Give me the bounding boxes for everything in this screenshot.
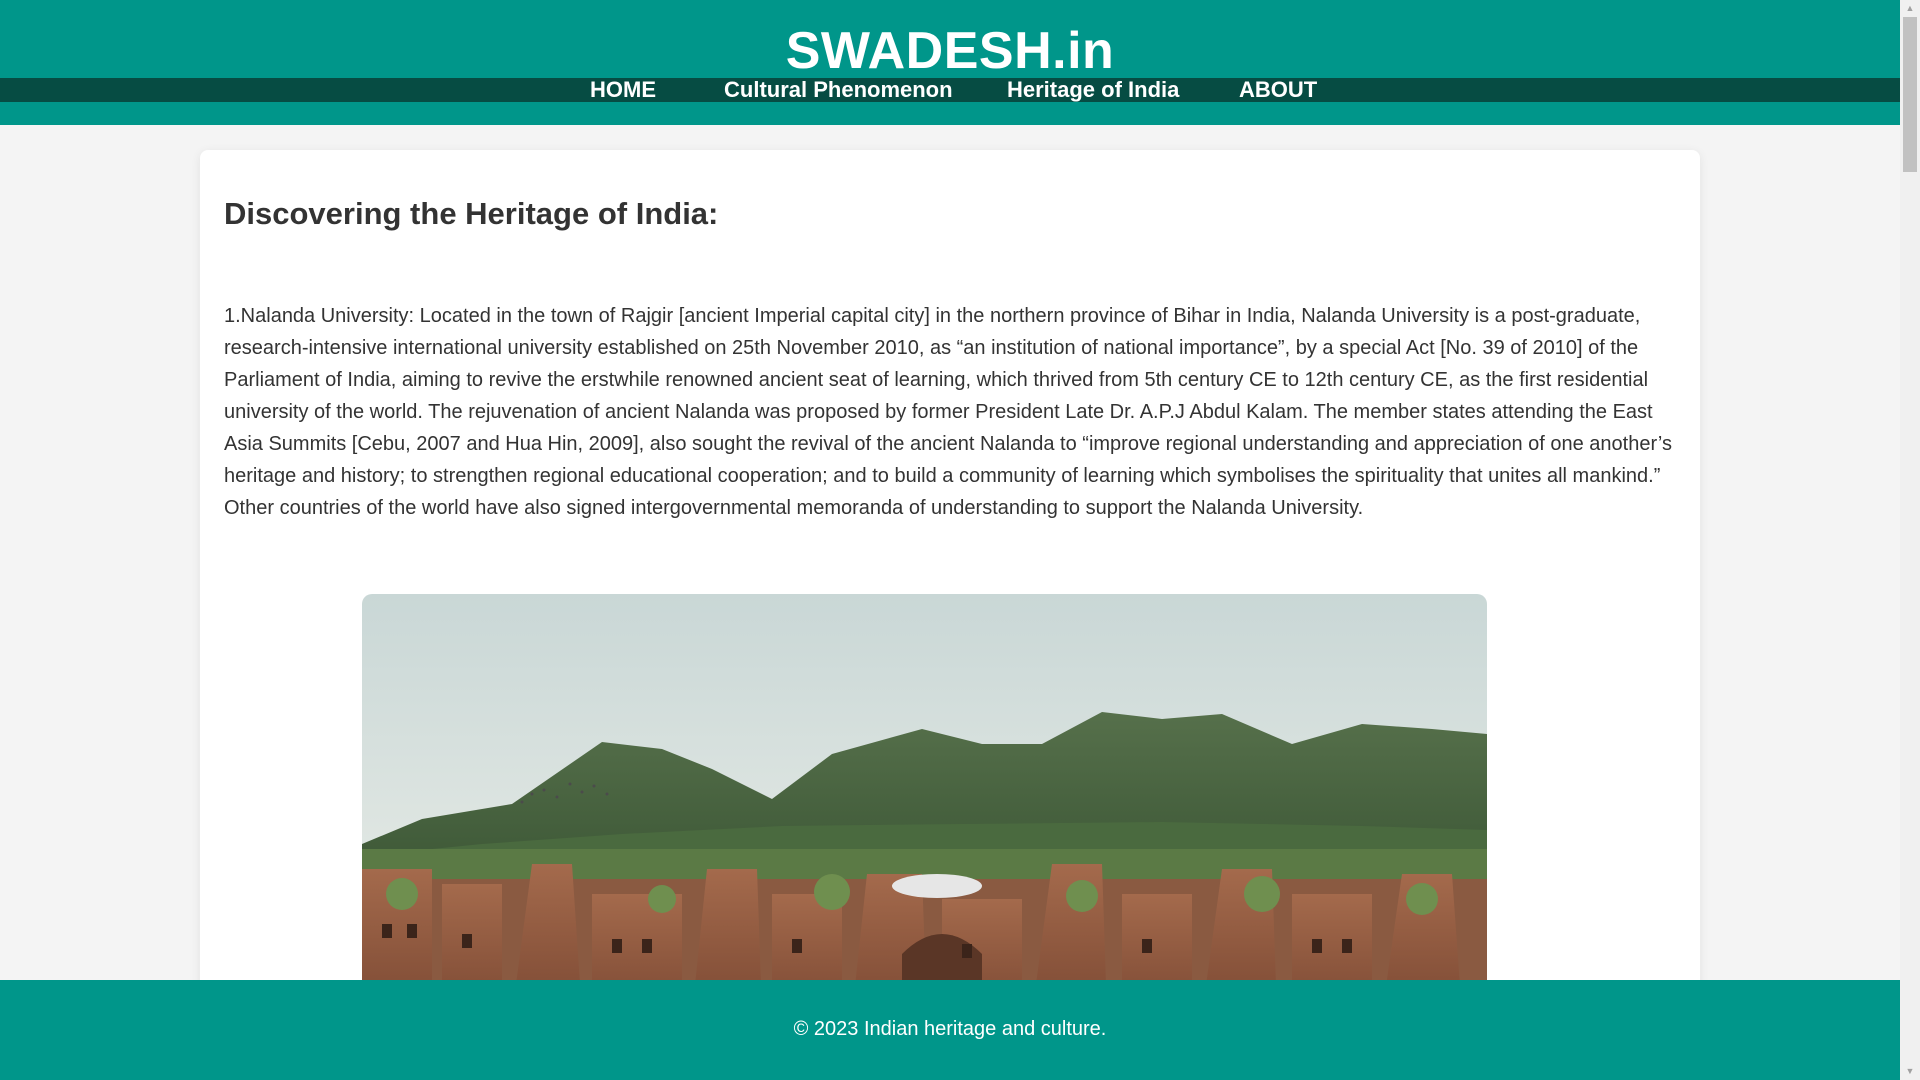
nav-cultural-phenomenon[interactable]: Cultural Phenomenon: [724, 78, 953, 102]
main-navbar: HOME Cultural Phenomenon Heritage of Ind…: [0, 78, 1900, 102]
nav-about[interactable]: ABOUT: [1239, 78, 1317, 102]
vertical-scrollbar[interactable]: ▲ ▼: [1900, 0, 1920, 1080]
site-header: SWADESH.in HOME Cultural Phenomenon Heri…: [0, 0, 1900, 125]
site-logo-text[interactable]: SWADESH.in: [0, 18, 1900, 84]
site-footer: © 2023 Indian heritage and culture.: [0, 980, 1900, 1080]
nalanda-campus-illustration: [362, 594, 1487, 1014]
nalanda-campus-image: [362, 594, 1487, 1014]
scroll-up-icon[interactable]: ▲: [1900, 0, 1920, 17]
scrollbar-thumb[interactable]: [1903, 17, 1917, 172]
page: SWADESH.in HOME Cultural Phenomenon Heri…: [0, 0, 1900, 1080]
scroll-down-icon[interactable]: ▼: [1900, 1063, 1920, 1080]
nav-heritage-of-india[interactable]: Heritage of India: [1007, 78, 1179, 102]
content-card: Discovering the Heritage of India: 1.Nal…: [200, 150, 1700, 1050]
nalanda-paragraph: 1.Nalanda University: Located in the tow…: [224, 305, 1672, 519]
footer-copyright: © 2023 Indian heritage and culture.: [793, 1018, 1107, 1040]
page-title: Discovering the Heritage of India:: [224, 196, 719, 231]
nav-home[interactable]: HOME: [590, 78, 656, 102]
